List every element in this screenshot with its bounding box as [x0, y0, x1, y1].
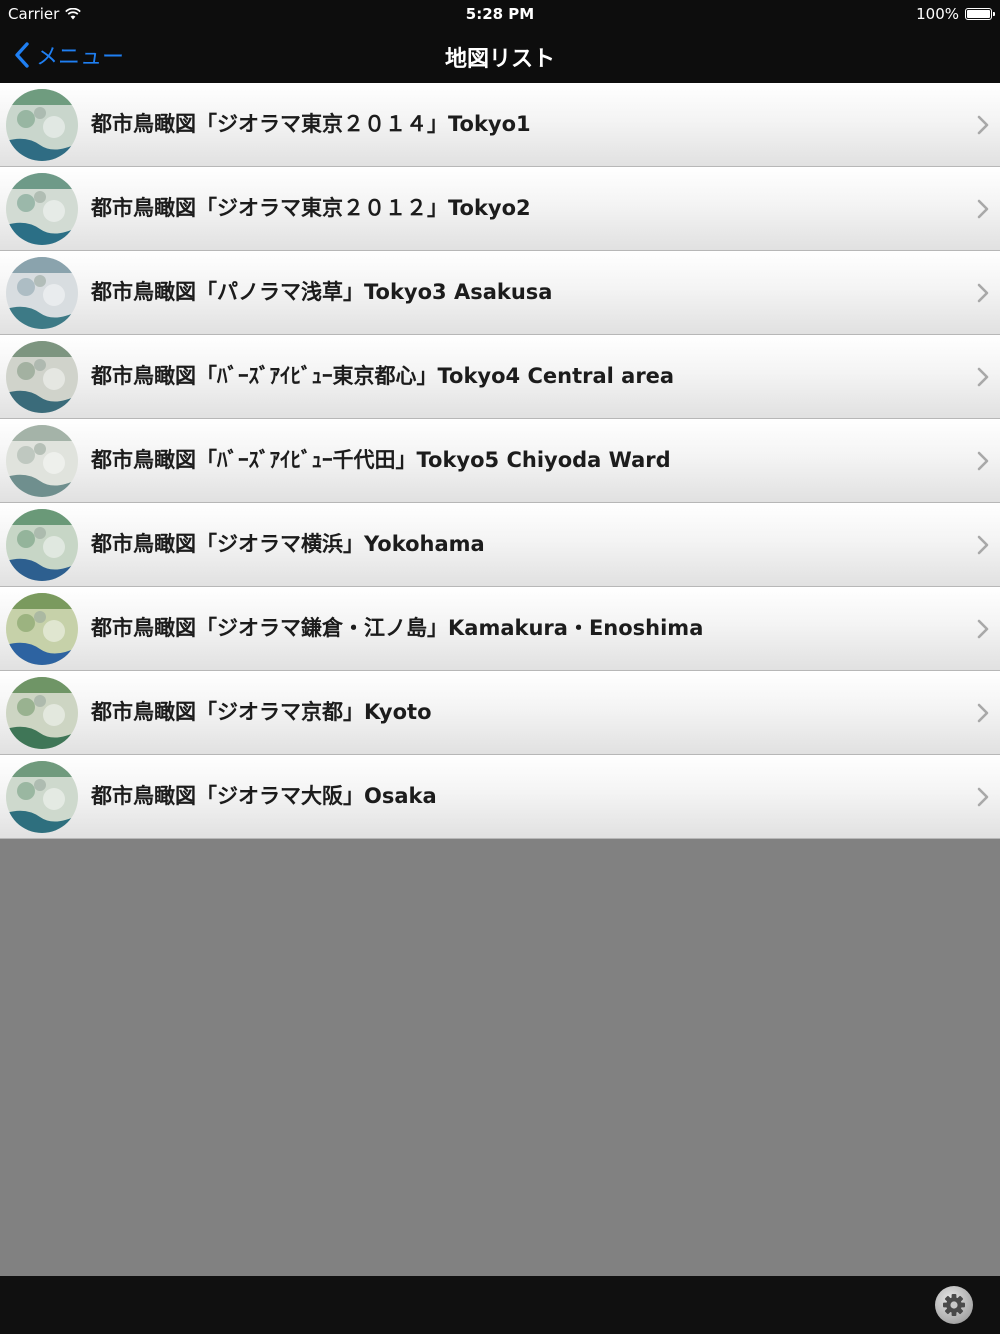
battery-icon — [965, 8, 995, 20]
map-thumbnail-icon — [6, 341, 78, 413]
map-list-item[interactable]: 都市鳥瞰図「ジオラマ東京２０１２」Tokyo2 — [0, 167, 1000, 251]
map-list-item[interactable]: 都市鳥瞰図「ﾊﾞｰｽﾞｱｲﾋﾞｭｰ千代田」Tokyo5 Chiyoda Ward — [0, 419, 1000, 503]
map-list-item[interactable]: 都市鳥瞰図「ジオラマ横浜」Yokohama — [0, 503, 1000, 587]
map-list: 都市鳥瞰図「ジオラマ東京２０１４」Tokyo1 都市鳥瞰図「ジオラマ東京２０１２」… — [0, 83, 1000, 839]
map-list-item-label: 都市鳥瞰図「ジオラマ東京２０１２」Tokyo2 — [91, 196, 531, 220]
settings-button[interactable] — [935, 1286, 973, 1324]
map-thumbnail-icon — [6, 593, 78, 665]
map-list-item[interactable]: 都市鳥瞰図「ジオラマ鎌倉・江ノ島」Kamakura・Enoshima — [0, 587, 1000, 671]
map-list-item[interactable]: 都市鳥瞰図「ジオラマ東京２０１４」Tokyo1 — [0, 83, 1000, 167]
gear-icon — [943, 1294, 965, 1316]
map-list-item-label: 都市鳥瞰図「ジオラマ東京２０１４」Tokyo1 — [91, 112, 531, 136]
map-thumbnail-icon — [6, 677, 78, 749]
map-thumbnail-icon — [6, 761, 78, 833]
bottom-toolbar — [0, 1276, 1000, 1334]
chevron-right-icon — [977, 115, 989, 135]
map-list-item-label: 都市鳥瞰図「ジオラマ横浜」Yokohama — [91, 532, 485, 556]
map-list-item[interactable]: 都市鳥瞰図「ジオラマ京都」Kyoto — [0, 671, 1000, 755]
map-list-item-label: 都市鳥瞰図「ﾊﾞｰｽﾞｱｲﾋﾞｭｰ千代田」Tokyo5 Chiyoda Ward — [91, 448, 671, 472]
map-thumbnail-icon — [6, 257, 78, 329]
chevron-right-icon — [977, 367, 989, 387]
status-bar: Carrier 5:28 PM 100% — [0, 0, 1000, 28]
map-list-item[interactable]: 都市鳥瞰図「ﾊﾞｰｽﾞｱｲﾋﾞｭｰ東京都心」Tokyo4 Central are… — [0, 335, 1000, 419]
battery-indicator: 100% — [916, 5, 995, 23]
map-thumbnail-icon — [6, 89, 78, 161]
map-list-item-label: 都市鳥瞰図「ジオラマ鎌倉・江ノ島」Kamakura・Enoshima — [91, 616, 704, 640]
map-list-item-label: 都市鳥瞰図「パノラマ浅草」Tokyo3 Asakusa — [91, 280, 553, 304]
chevron-right-icon — [977, 199, 989, 219]
map-list-item[interactable]: 都市鳥瞰図「パノラマ浅草」Tokyo3 Asakusa — [0, 251, 1000, 335]
page-title: 地図リスト — [444, 47, 555, 72]
chevron-right-icon — [977, 787, 989, 807]
map-list-item-label: 都市鳥瞰図「ジオラマ京都」Kyoto — [91, 700, 432, 724]
battery-percent: 100% — [916, 5, 959, 23]
chevron-right-icon — [977, 283, 989, 303]
map-thumbnail-icon — [6, 173, 78, 245]
chevron-right-icon — [977, 451, 989, 471]
chevron-right-icon — [977, 619, 989, 639]
navigation-bar: メニュー 地図リスト — [0, 28, 1000, 83]
map-list-item-label: 都市鳥瞰図「ﾊﾞｰｽﾞｱｲﾋﾞｭｰ東京都心」Tokyo4 Central are… — [91, 364, 675, 388]
map-list-item-label: 都市鳥瞰図「ジオラマ大阪」Osaka — [91, 784, 437, 808]
chevron-right-icon — [977, 535, 989, 555]
map-list-item[interactable]: 都市鳥瞰図「ジオラマ大阪」Osaka — [0, 755, 1000, 839]
chevron-right-icon — [977, 703, 989, 723]
map-thumbnail-icon — [6, 509, 78, 581]
map-thumbnail-icon — [6, 425, 78, 497]
status-time: 5:28 PM — [465, 5, 535, 23]
